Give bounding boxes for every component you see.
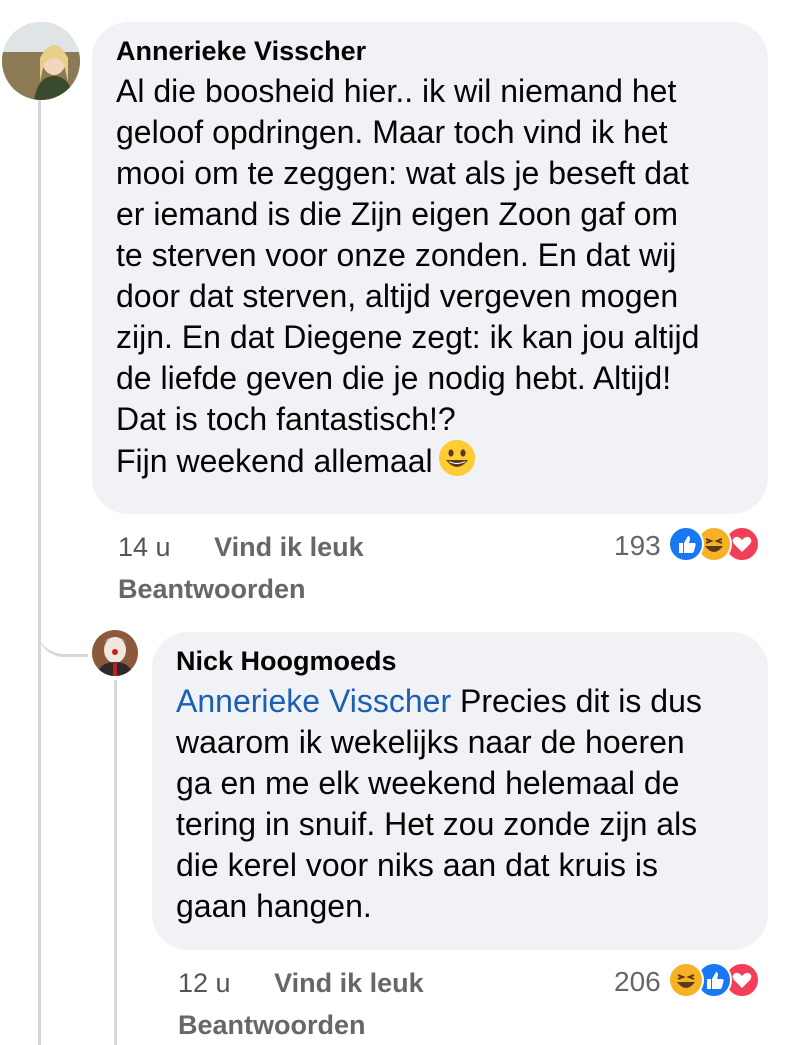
mention-link[interactable]: Annerieke Visscher xyxy=(176,683,451,719)
comment-meta: 14 u Vind ik leuk xyxy=(118,532,364,563)
avatar[interactable] xyxy=(92,630,138,676)
comment-author[interactable]: Nick Hoogmoeds xyxy=(176,646,768,677)
reply-button[interactable]: Beantwoorden xyxy=(118,574,306,605)
reaction-icons[interactable] xyxy=(668,526,768,562)
comment-time[interactable]: 14 u xyxy=(118,532,171,562)
haha-icon xyxy=(668,962,704,998)
comment-meta: 12 u Vind ik leuk xyxy=(178,968,424,999)
reaction-count[interactable]: 193 xyxy=(614,530,661,562)
comment-time[interactable]: 12 u xyxy=(178,968,231,998)
grinning-face-emoji xyxy=(438,440,475,476)
reply-thread-line xyxy=(114,680,117,1045)
comment-body: Al die boosheid hier.. ik wil niemand he… xyxy=(116,73,700,479)
comment-text: Al die boosheid hier.. ik wil niemand he… xyxy=(116,71,768,482)
like-button[interactable]: Vind ik leuk xyxy=(214,532,364,562)
reaction-icons[interactable] xyxy=(668,962,768,998)
thread-line xyxy=(38,100,41,1045)
comment-text: Annerieke Visscher Precies dit is dus wa… xyxy=(176,681,768,927)
reply-button[interactable]: Beantwoorden xyxy=(178,1010,366,1041)
comment-body: Precies dit is dus waarom ik wekelijks n… xyxy=(176,683,702,924)
like-button[interactable]: Vind ik leuk xyxy=(274,968,424,998)
comment-bubble: Nick Hoogmoeds Annerieke Visscher Precie… xyxy=(152,632,768,950)
reply-connector xyxy=(38,600,88,657)
avatar[interactable] xyxy=(2,22,80,100)
reaction-count[interactable]: 206 xyxy=(614,966,661,998)
like-icon xyxy=(668,526,704,562)
comment-bubble: Annerieke Visscher Al die boosheid hier.… xyxy=(92,22,768,514)
comment-author[interactable]: Annerieke Visscher xyxy=(116,36,768,67)
